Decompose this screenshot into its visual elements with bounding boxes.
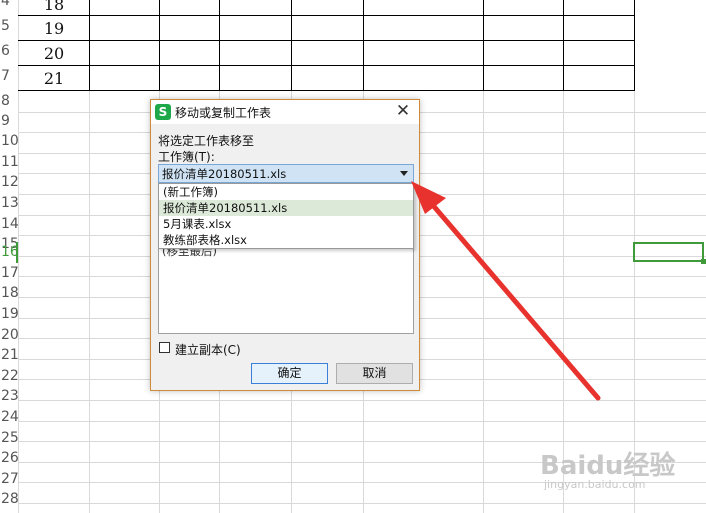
arrow-head (411, 181, 446, 214)
watermark-logo: Baidu经验 (540, 451, 676, 481)
annotation-arrow (411, 181, 601, 401)
arrow-shaft (422, 193, 601, 401)
baidu-watermark: Baidu经验 jingyan.baidu.com (540, 445, 675, 491)
